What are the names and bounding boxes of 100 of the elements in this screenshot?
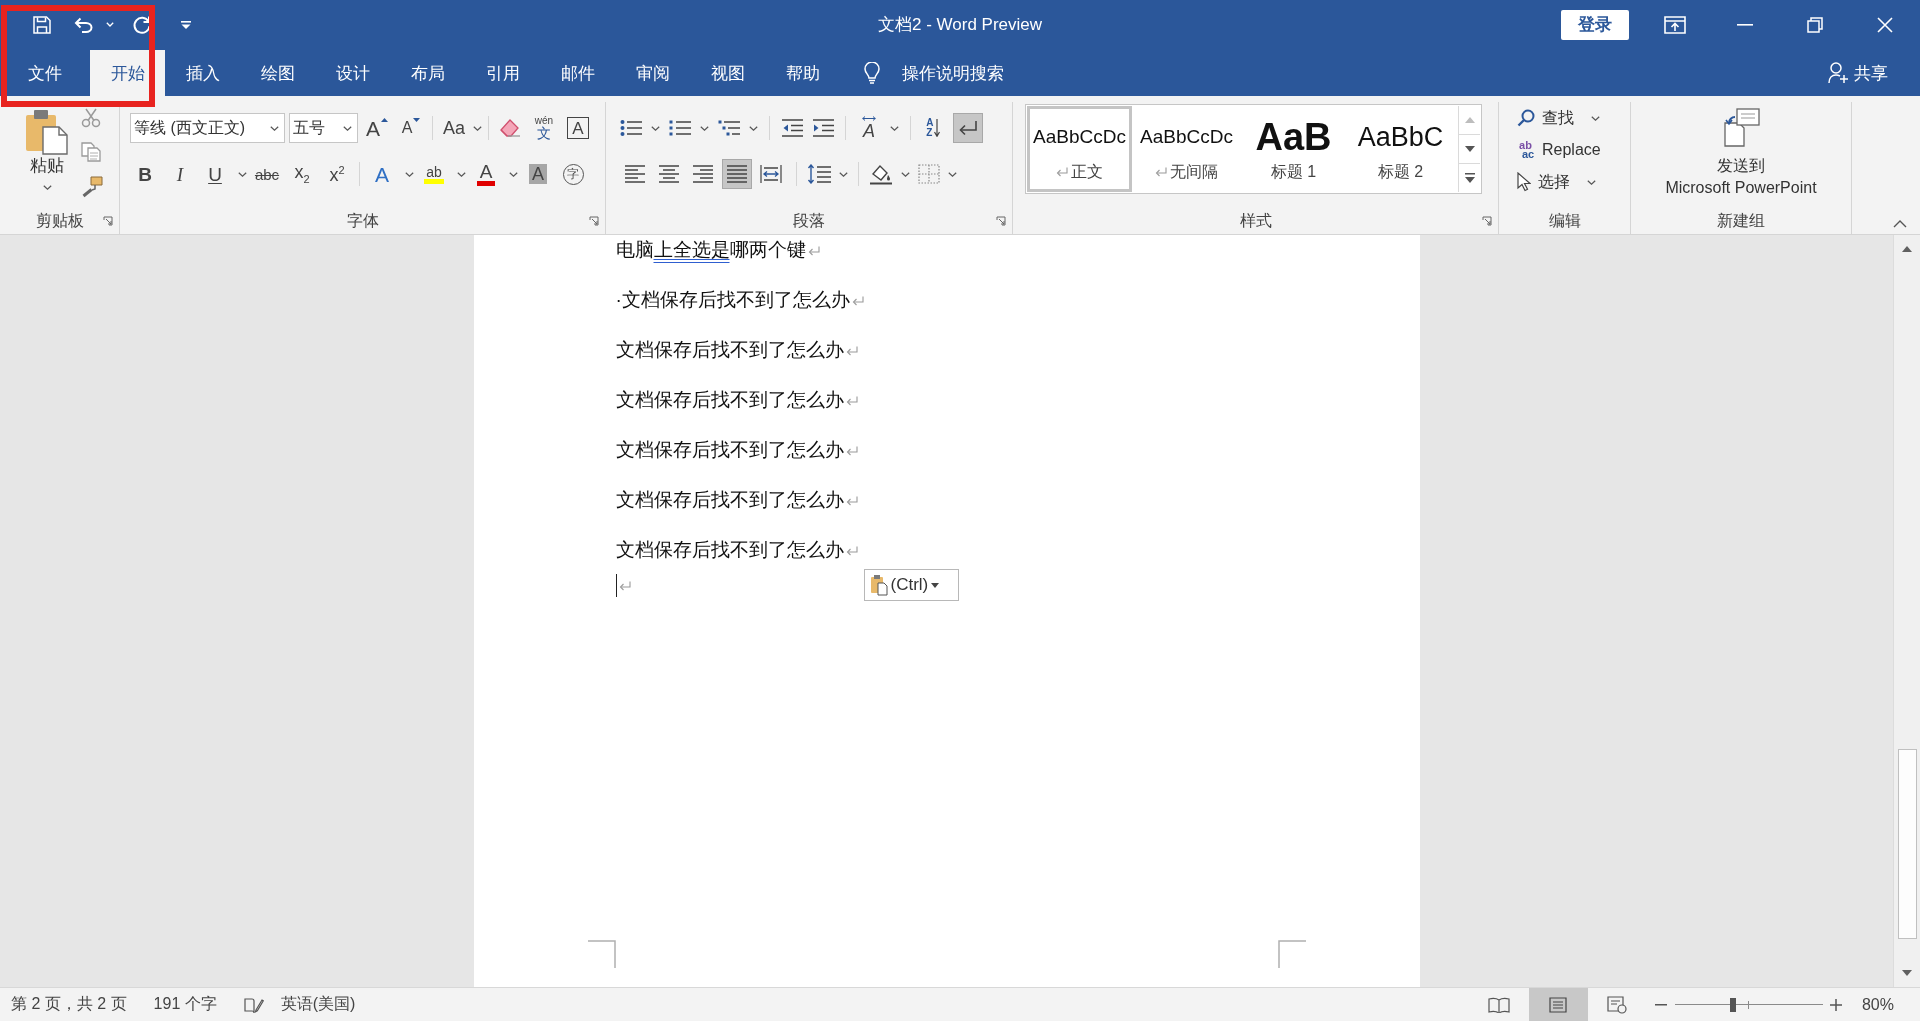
numbered-list-icon[interactable]	[669, 119, 691, 137]
highlight-button[interactable]: ab	[419, 159, 449, 189]
bold-button[interactable]: B	[130, 159, 160, 189]
language-indicator[interactable]: 英语(美国)	[280, 994, 356, 1015]
ribbon-tab[interactable]: 绘图	[240, 50, 315, 96]
tell-me-button[interactable]: 操作说明搜索	[864, 50, 1004, 96]
ribbon-tab[interactable]: 开始	[90, 50, 165, 96]
restore-icon[interactable]	[1807, 16, 1823, 33]
caret-icon[interactable]	[890, 125, 899, 131]
search-icon	[1517, 109, 1535, 127]
decrease-indent-icon[interactable]	[781, 119, 803, 137]
font-size-field[interactable]: 五号	[289, 113, 358, 143]
page-count[interactable]: 第 2 页，共 2 页	[11, 994, 127, 1015]
close-icon[interactable]	[1877, 16, 1893, 33]
ribbon-tab[interactable]: 帮助	[765, 50, 840, 96]
dialog-launcher-icon[interactable]	[103, 216, 113, 226]
dialog-launcher-icon[interactable]	[996, 216, 1006, 226]
replace-icon: ab ac	[1516, 141, 1535, 159]
italic-button[interactable]: I	[165, 159, 195, 189]
ribbon-tab[interactable]: 插入	[165, 50, 240, 96]
phonetic-guide-button[interactable]: wén 文	[529, 113, 559, 143]
save-icon[interactable]	[33, 15, 51, 34]
caret-icon[interactable]	[405, 171, 414, 177]
ribbon-display-options-icon[interactable]	[1664, 15, 1686, 34]
zoom-slider-thumb[interactable]	[1729, 997, 1736, 1012]
group-label: 剪贴板	[35, 210, 84, 231]
bullets-icon[interactable]	[620, 119, 642, 137]
word-count[interactable]: 191 个字	[153, 994, 217, 1015]
ribbon-tab[interactable]: 文件	[7, 50, 82, 96]
undo-icon[interactable]	[74, 16, 94, 33]
text-effects-button[interactable]: A	[367, 159, 397, 189]
underline-button[interactable]: U	[200, 159, 230, 189]
justify-button[interactable]	[722, 159, 752, 189]
ribbon-tab[interactable]: 引用	[465, 50, 540, 96]
dialog-launcher-icon[interactable]	[1482, 216, 1492, 226]
caret-icon[interactable]	[509, 171, 518, 177]
caret-icon[interactable]	[749, 125, 758, 131]
zoom-in-icon[interactable]	[1829, 998, 1842, 1011]
sort-button[interactable]: AZ	[922, 113, 944, 143]
ribbon-tab[interactable]: 邮件	[540, 50, 615, 96]
minimize-icon[interactable]	[1737, 23, 1753, 26]
shrink-font-button[interactable]: A	[396, 113, 426, 143]
caret-icon[interactable]	[651, 125, 660, 131]
share-button[interactable]: 共享	[1828, 50, 1888, 96]
caret-icon[interactable]	[457, 171, 466, 177]
copy-icon[interactable]	[81, 142, 101, 162]
scroll-down-icon[interactable]	[1902, 970, 1912, 976]
caret-icon[interactable]	[700, 125, 709, 131]
show-formatting-marks-button[interactable]	[953, 113, 983, 143]
collapse-ribbon-icon[interactable]	[1893, 220, 1907, 228]
asian-layout-button[interactable]: A	[857, 113, 881, 143]
document-paragraph: 文档保存后找不到了怎么办	[615, 438, 844, 462]
style-item[interactable]: AaBbCcDc 无间隔	[1134, 106, 1239, 192]
paste-options-button[interactable]: (Ctrl)	[863, 569, 959, 601]
customize-toolbar-icon[interactable]	[181, 20, 191, 29]
select-button[interactable]: 选择	[1516, 166, 1601, 198]
increase-indent-icon[interactable]	[812, 119, 834, 137]
send-to-powerpoint-button[interactable]: 发送到 Microsoft PowerPoint	[1665, 107, 1817, 205]
scrollbar-thumb[interactable]	[1897, 749, 1917, 939]
caret-icon[interactable]	[238, 171, 247, 177]
line-spacing-icon[interactable]	[807, 164, 831, 184]
ribbon-tab[interactable]: 审阅	[615, 50, 690, 96]
style-item[interactable]: AaBbCcDc 正文	[1027, 106, 1132, 192]
style-item[interactable]: AaBbC 标题 2	[1348, 106, 1453, 192]
find-button[interactable]: 查找	[1516, 102, 1601, 134]
change-case-button[interactable]: Aa	[439, 113, 469, 143]
paragraph-mark-icon	[851, 296, 864, 306]
dialog-launcher-icon[interactable]	[589, 216, 599, 226]
print-layout-button[interactable]	[1528, 988, 1588, 1021]
ribbon-tab[interactable]: 布局	[390, 50, 465, 96]
ribbon-tab[interactable]: 视图	[690, 50, 765, 96]
paragraph-mark-icon	[845, 446, 858, 456]
paste-button[interactable]: 粘贴	[24, 106, 70, 202]
caret-icon[interactable]	[839, 171, 848, 177]
caret-icon[interactable]	[473, 125, 482, 131]
ribbon-tab[interactable]: 设计	[315, 50, 390, 96]
scroll-up-icon[interactable]	[1902, 246, 1912, 252]
subscript-button[interactable]: x$_{2}$	[287, 159, 317, 189]
caret-icon	[42, 185, 52, 190]
repeat-icon[interactable]	[132, 14, 152, 35]
font-color-button[interactable]: A	[471, 159, 501, 189]
gallery-more-icon[interactable]	[1464, 173, 1475, 183]
zoom-out-icon[interactable]	[1654, 1003, 1667, 1006]
multilevel-list-icon[interactable]	[718, 119, 740, 137]
strikethrough-button[interactable]: abc	[252, 159, 282, 189]
grow-font-button[interactable]: A	[362, 113, 392, 143]
scroll-down-icon[interactable]	[1464, 146, 1475, 152]
zoom-percentage[interactable]: 80%	[1861, 995, 1894, 1014]
paintbrush-icon[interactable]	[81, 176, 103, 198]
proofing-icon[interactable]	[243, 995, 264, 1014]
sign-in-button[interactable]: 登录	[1561, 9, 1629, 40]
superscript-button[interactable]: x$^{2}$	[322, 159, 352, 189]
character-shading-button[interactable]: A	[523, 159, 553, 189]
caret-icon[interactable]	[948, 171, 957, 177]
scissors-icon[interactable]	[81, 108, 101, 128]
caret-icon	[270, 125, 279, 131]
paint-bucket-icon[interactable]	[869, 163, 893, 185]
caret-icon[interactable]	[901, 171, 910, 177]
style-item[interactable]: AaB 标题 1	[1241, 106, 1346, 192]
font-name-field[interactable]: 等线 (西文正文)	[130, 113, 285, 143]
